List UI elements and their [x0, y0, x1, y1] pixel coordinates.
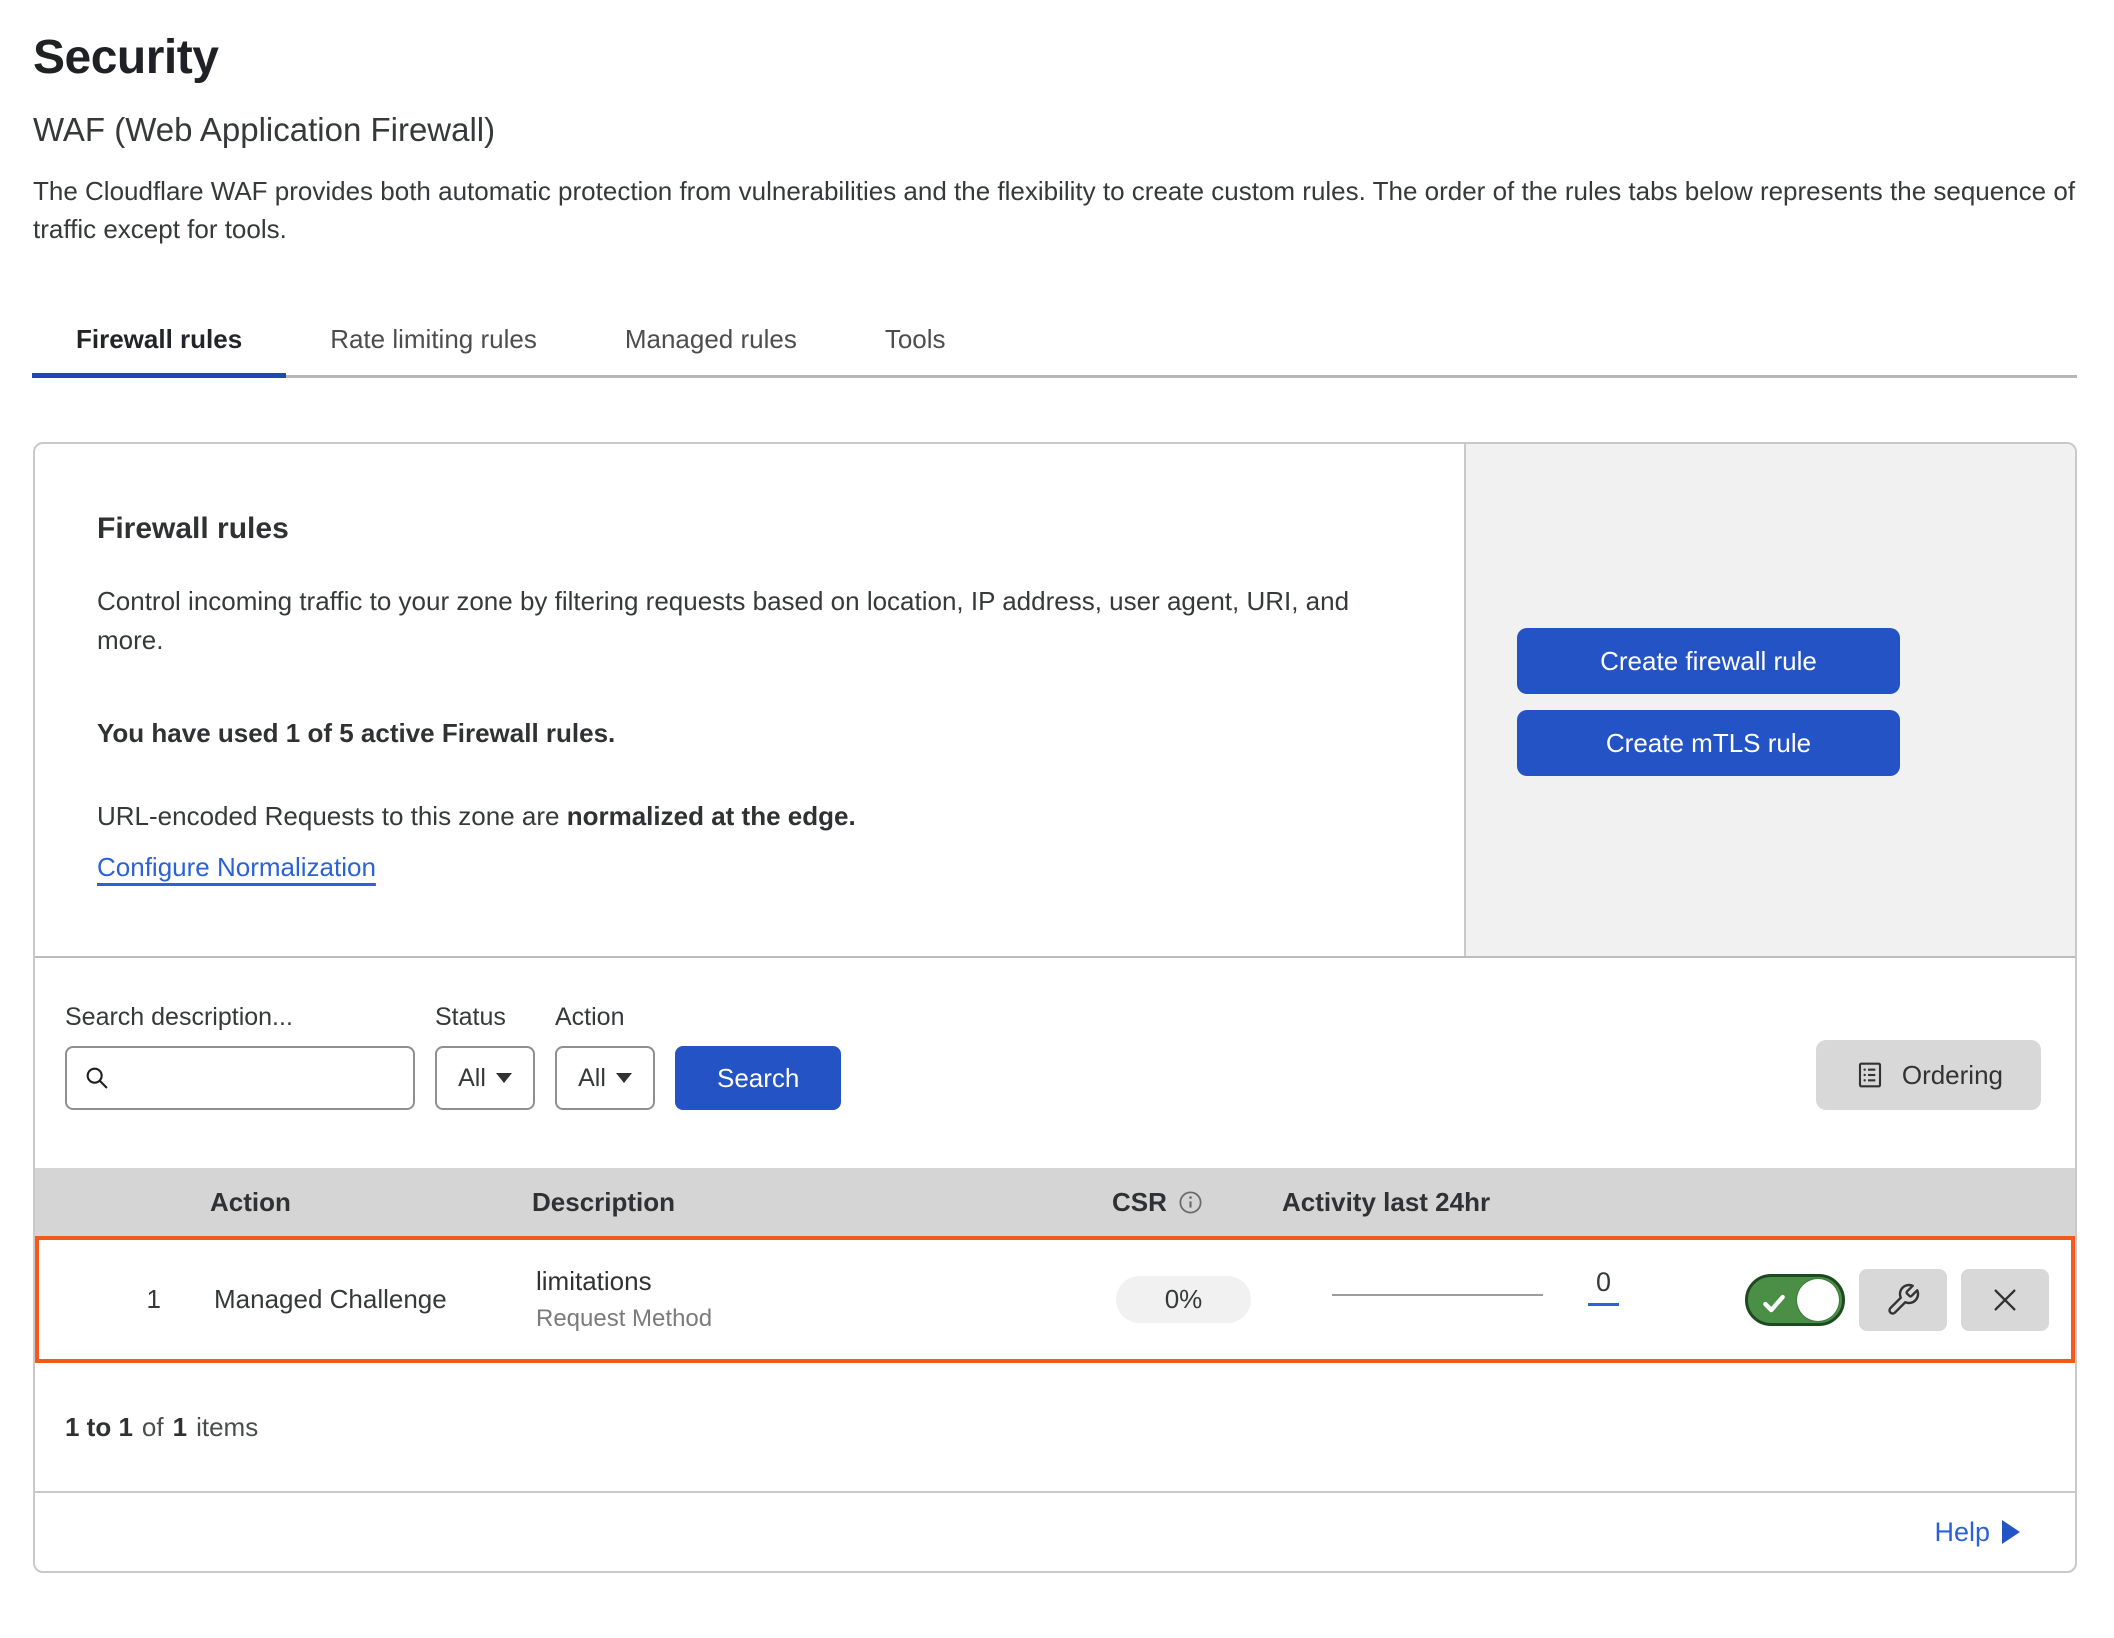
delete-rule-button[interactable]: [1961, 1269, 2049, 1331]
rule-priority: 1: [39, 1284, 189, 1315]
check-icon: [1761, 1290, 1787, 1316]
page-subtitle: WAF (Web Application Firewall): [33, 111, 2081, 149]
create-mtls-rule-button[interactable]: Create mTLS rule: [1517, 710, 1900, 776]
usage-summary: You have used 1 of 5 active Firewall rul…: [97, 718, 1424, 749]
column-header-csr: CSR: [1095, 1187, 1265, 1218]
tab-rate-limiting-rules[interactable]: Rate limiting rules: [286, 310, 581, 375]
items-word: items: [196, 1412, 258, 1443]
ordering-button[interactable]: Ordering: [1816, 1040, 2041, 1110]
hero-text-pane: Firewall rules Control incoming traffic …: [35, 444, 1464, 956]
toggle-knob: [1797, 1279, 1839, 1321]
table-row: 1 Managed Challenge limitations Request …: [35, 1236, 2075, 1363]
search-description-input[interactable]: [121, 1064, 413, 1093]
page-description: The Cloudflare WAF provides both automat…: [33, 173, 2081, 248]
rule-description[interactable]: limitations: [536, 1266, 1099, 1297]
action-filter-value: All: [578, 1064, 606, 1093]
page-header: Security WAF (Web Application Firewall) …: [0, 0, 2114, 248]
rule-description-cell: limitations Request Method: [519, 1266, 1099, 1333]
column-header-action: Action: [185, 1187, 515, 1218]
rule-csr-cell: 0%: [1099, 1276, 1269, 1323]
items-of: of: [142, 1412, 164, 1443]
normalization-note: URL-encoded Requests to this zone are no…: [97, 801, 1424, 832]
wrench-icon: [1885, 1282, 1921, 1318]
tab-tools[interactable]: Tools: [841, 310, 990, 375]
tab-firewall-rules[interactable]: Firewall rules: [32, 310, 286, 375]
search-icon: [83, 1064, 111, 1092]
table-header: Action Description CSR Activity last 24h…: [35, 1168, 2075, 1236]
ordering-button-label: Ordering: [1902, 1060, 2003, 1091]
firewall-rules-card: Firewall rules Control incoming traffic …: [33, 442, 2077, 1573]
help-row: Help: [35, 1491, 2075, 1571]
rule-action: Managed Challenge: [189, 1284, 519, 1315]
search-input-box[interactable]: [65, 1046, 415, 1110]
tab-managed-rules[interactable]: Managed rules: [581, 310, 841, 375]
close-icon: [1989, 1284, 2021, 1316]
action-filter-label: Action: [555, 1003, 655, 1032]
chevron-down-icon: [616, 1073, 632, 1083]
list-ordering-icon: [1854, 1059, 1886, 1091]
rule-enabled-toggle[interactable]: [1745, 1274, 1845, 1326]
search-description-label: Search description...: [65, 1003, 415, 1032]
activity-count-link[interactable]: 0: [1588, 1267, 1619, 1306]
rule-controls: [1719, 1269, 2071, 1331]
create-firewall-rule-button[interactable]: Create firewall rule: [1517, 628, 1900, 694]
hero-description: Control incoming traffic to your zone by…: [97, 582, 1397, 660]
help-link[interactable]: Help: [1934, 1517, 1990, 1548]
arrow-right-icon: [2002, 1520, 2020, 1544]
status-filter-label: Status: [435, 1003, 535, 1032]
hero-actions-pane: Create firewall rule Create mTLS rule: [1464, 444, 2075, 956]
page-title: Security: [33, 30, 2081, 85]
status-filter-value: All: [458, 1064, 486, 1093]
status-filter-select[interactable]: All: [435, 1046, 535, 1110]
items-total: 1: [173, 1412, 187, 1443]
column-header-description: Description: [515, 1187, 1095, 1218]
csr-header-label: CSR: [1112, 1187, 1167, 1218]
edit-rule-button[interactable]: [1859, 1269, 1947, 1331]
search-button[interactable]: Search: [675, 1046, 841, 1110]
configure-normalization-link[interactable]: Configure Normalization: [97, 852, 376, 882]
items-range: 1 to 1: [65, 1412, 133, 1443]
rule-expression: Request Method: [536, 1305, 1099, 1333]
normalization-note-text: URL-encoded Requests to this zone are: [97, 801, 567, 831]
rule-activity-cell: 0: [1269, 1267, 1719, 1332]
csr-badge: 0%: [1116, 1276, 1251, 1323]
chevron-down-icon: [496, 1073, 512, 1083]
action-filter-select[interactable]: All: [555, 1046, 655, 1110]
rules-tabs: Firewall rules Rate limiting rules Manag…: [32, 310, 2077, 378]
activity-sparkline: [1332, 1294, 1543, 1296]
info-icon[interactable]: [1177, 1189, 1204, 1216]
pagination-summary: 1 to 1 of 1 items: [35, 1363, 2075, 1491]
firewall-rules-hero: Firewall rules Control incoming traffic …: [35, 444, 2075, 958]
normalization-note-bold: normalized at the edge.: [567, 801, 856, 831]
security-waf-page: Security WAF (Web Application Firewall) …: [0, 0, 2114, 1638]
filter-bar: Search description... Status All: [35, 958, 2075, 1168]
column-header-activity: Activity last 24hr: [1265, 1187, 1715, 1218]
hero-heading: Firewall rules: [97, 512, 1424, 546]
